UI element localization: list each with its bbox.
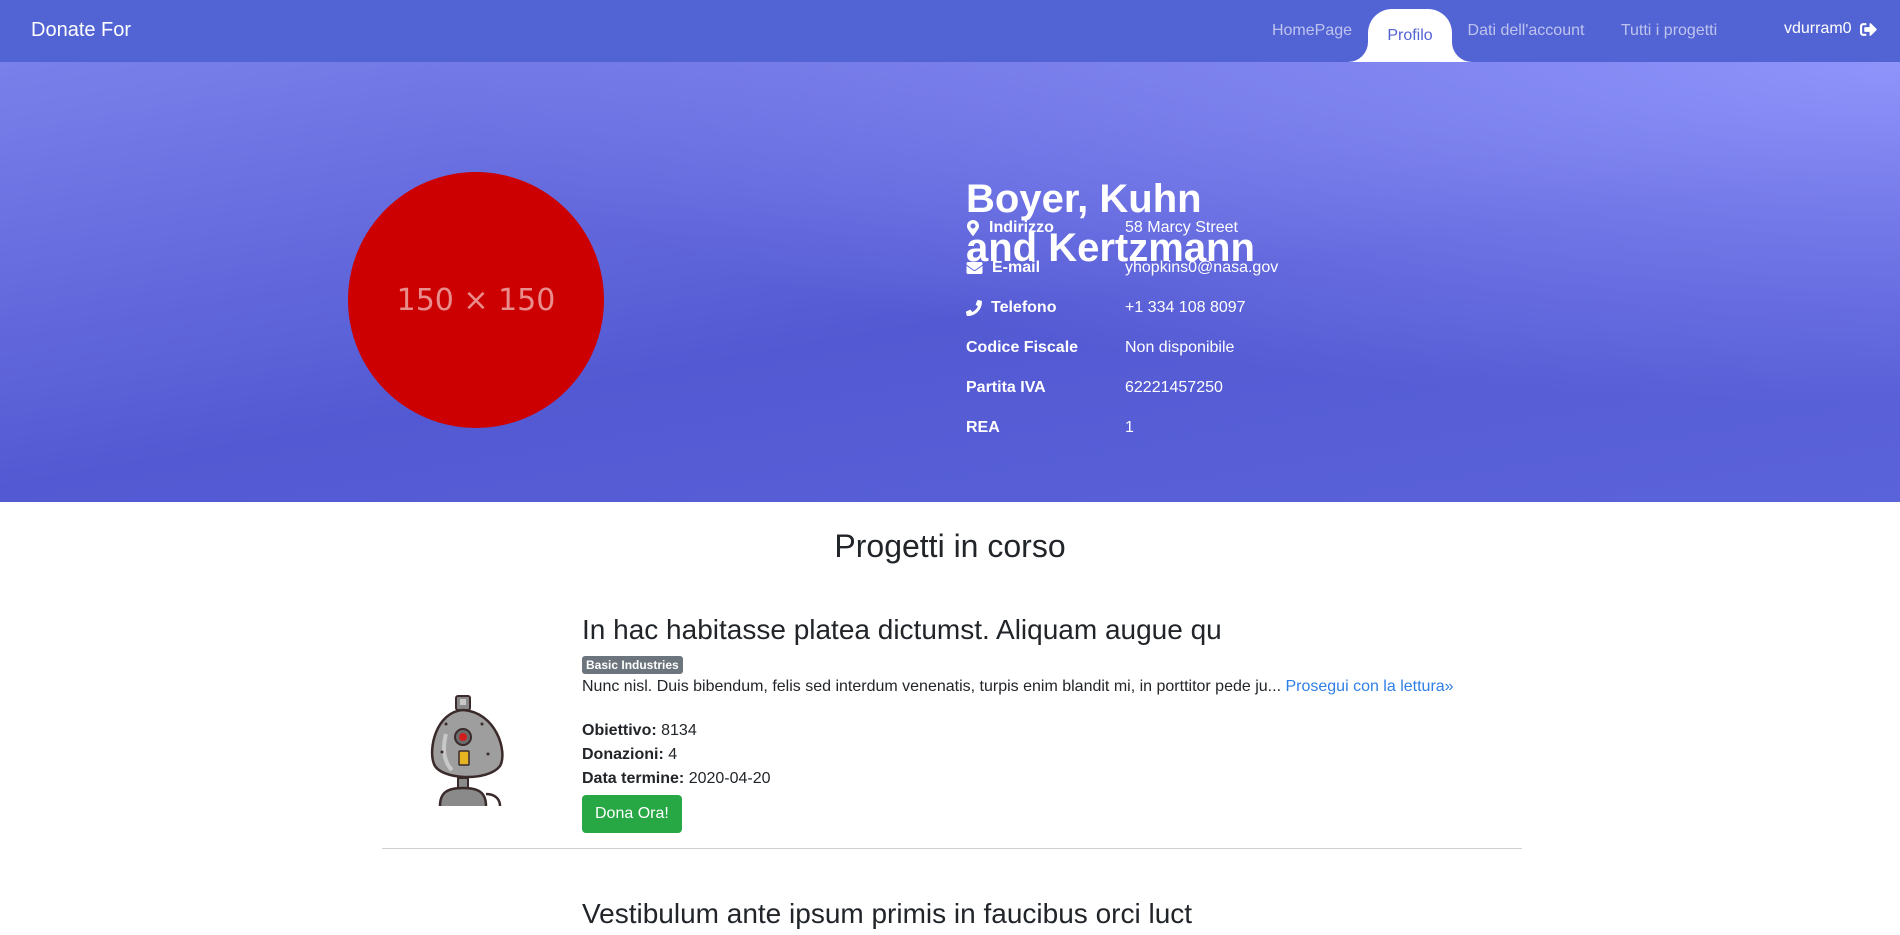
avatar-text: 150 × 150 [396, 282, 556, 318]
partita-iva-label: Partita IVA [966, 379, 1046, 396]
username: vdurram0 [1784, 20, 1852, 37]
goal-label: Obiettivo: [582, 722, 657, 739]
tab-tutti-progetti[interactable]: Tutti i progetti [1600, 9, 1738, 53]
donations-row: Donazioni: 4 [582, 746, 677, 764]
info-row-phone: Telefono +1 334 108 8097 [966, 297, 1246, 319]
category-badge: Basic Industries [582, 656, 683, 674]
phone-label: Telefono [991, 299, 1057, 316]
sign-out-icon [1859, 22, 1877, 36]
section-title: Progetti in corso [834, 528, 1066, 564]
nav-tabs: HomePage Profilo Dati dell'account Tutti… [0, 0, 1900, 62]
address-value: 58 Marcy Street [1125, 219, 1238, 236]
rea-label: REA [966, 419, 1000, 436]
info-row-partita-iva: Partita IVA 62221457250 [966, 377, 1223, 399]
read-more-link[interactable]: Prosegui con la lettura» [1285, 678, 1453, 695]
deadline-row: Data termine: 2020-04-20 [582, 770, 771, 788]
user-menu[interactable]: vdurram0 [1784, 20, 1877, 38]
codice-fiscale-label: Codice Fiscale [966, 339, 1079, 356]
info-row-email: E-mail yhopkins0@nasa.gov [966, 257, 1278, 279]
donations-value: 4 [668, 746, 678, 763]
goal-value: 8134 [661, 722, 697, 739]
project-divider [382, 848, 1522, 849]
project-title[interactable]: In hac habitasse platea dictumst. Aliqua… [582, 614, 1222, 646]
goal-row: Obiettivo: 8134 [582, 722, 697, 740]
codice-fiscale-value: Non disponibile [1125, 339, 1235, 356]
project-description-text: Nunc nisl. Duis bibendum, felis sed inte… [582, 678, 1282, 695]
rea-value: 1 [1125, 419, 1134, 436]
avatar-placeholder: 150 × 150 [348, 172, 604, 428]
profile-hero: 150 × 150 Boyer, Kuhn and Kertzmann Indi… [0, 62, 1900, 502]
project-description: Nunc nisl. Duis bibendum, felis sed inte… [582, 678, 1454, 696]
deadline-value: 2020-04-20 [688, 770, 771, 787]
project-card: Vestibulum ante ipsum primis in faucibus… [382, 898, 1522, 935]
email-value: yhopkins0@nasa.gov [1125, 259, 1279, 276]
phone-icon [966, 300, 982, 316]
tab-profilo[interactable]: Profilo [1368, 9, 1452, 62]
email-label: E-mail [992, 259, 1041, 276]
tab-dati-account[interactable]: Dati dell'account [1452, 9, 1600, 53]
deadline-label: Data termine: [582, 770, 685, 787]
info-row-codice-fiscale: Codice Fiscale Non disponibile [966, 337, 1234, 359]
project-title[interactable]: Vestibulum ante ipsum primis in faucibus… [582, 898, 1192, 930]
partita-iva-value: 62221457250 [1125, 379, 1223, 396]
robot-thumbnail-icon[interactable] [426, 694, 516, 806]
info-row-address: Indirizzo 58 Marcy Street [966, 217, 1238, 239]
phone-value: +1 334 108 8097 [1125, 299, 1246, 316]
map-marker-icon [967, 220, 979, 236]
address-label: Indirizzo [989, 219, 1054, 236]
project-card: In hac habitasse platea dictumst. Aliqua… [382, 614, 1522, 854]
envelope-icon [966, 262, 983, 274]
navbar: Donate For HomePage Profilo Dati dell'ac… [0, 0, 1900, 62]
donations-label: Donazioni: [582, 746, 664, 763]
info-row-rea: REA 1 [966, 417, 1134, 439]
donate-button[interactable]: Dona Ora! [582, 795, 682, 833]
